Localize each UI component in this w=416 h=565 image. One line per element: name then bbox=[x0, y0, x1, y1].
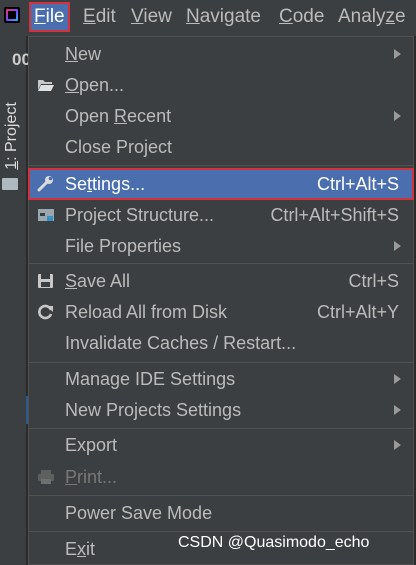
reload-icon bbox=[37, 304, 55, 320]
menu-item-open-recent[interactable]: Open Recent bbox=[29, 101, 413, 131]
submenu-arrow-icon bbox=[394, 241, 401, 251]
save-icon bbox=[37, 273, 55, 289]
menu-analyze[interactable]: Analyze bbox=[335, 4, 409, 30]
menu-separator bbox=[29, 428, 413, 429]
submenu-arrow-icon bbox=[394, 440, 401, 450]
shortcut-label: Ctrl+S bbox=[348, 271, 399, 291]
menu-item-print: Print... bbox=[29, 462, 413, 492]
project-tool-window-strip[interactable]: 1: Project bbox=[0, 83, 26, 211]
menu-item-reload-all[interactable]: Reload All from Disk Ctrl+Alt+Y bbox=[29, 297, 413, 327]
menu-item-new-projects-settings[interactable]: New Projects Settings bbox=[29, 395, 413, 425]
folder-icon bbox=[2, 178, 18, 190]
project-structure-icon bbox=[37, 207, 55, 223]
menu-separator bbox=[29, 362, 413, 363]
menu-item-new[interactable]: New bbox=[29, 39, 413, 69]
shortcut-label: Ctrl+Alt+Y bbox=[316, 302, 399, 322]
menu-item-power-save-mode[interactable]: Power Save Mode bbox=[29, 498, 413, 528]
menu-item-file-properties[interactable]: File Properties bbox=[29, 231, 413, 261]
menu-item-project-structure[interactable]: Project Structure... Ctrl+Alt+Shift+S bbox=[29, 200, 413, 230]
submenu-arrow-icon bbox=[394, 111, 401, 121]
menu-separator bbox=[29, 165, 413, 166]
menu-item-export[interactable]: Export bbox=[29, 430, 413, 460]
submenu-arrow-icon bbox=[394, 405, 401, 415]
menu-file[interactable]: File bbox=[29, 2, 70, 32]
menu-edit[interactable]: Edit bbox=[80, 4, 119, 30]
file-menu-dropdown: New Open... Open Recent Close Project Se… bbox=[28, 36, 414, 565]
folder-open-icon bbox=[37, 77, 55, 93]
menu-item-save-all[interactable]: Save All Ctrl+S bbox=[29, 266, 413, 296]
menu-separator bbox=[29, 495, 413, 496]
print-icon bbox=[37, 469, 55, 485]
wrench-icon bbox=[37, 176, 55, 192]
menu-navigate[interactable]: Navigate bbox=[183, 4, 264, 30]
menu-item-settings[interactable]: Settings... Ctrl+Alt+S bbox=[28, 168, 414, 200]
intellij-app-icon[interactable] bbox=[4, 7, 20, 23]
submenu-arrow-icon bbox=[394, 374, 401, 384]
project-tool-window-label[interactable]: 1: Project bbox=[3, 90, 25, 182]
menu-item-invalidate-caches[interactable]: Invalidate Caches / Restart... bbox=[29, 328, 413, 358]
csdn-watermark: CSDN @Quasimodo_echo bbox=[178, 534, 370, 551]
submenu-arrow-icon bbox=[394, 49, 401, 59]
menu-separator bbox=[29, 531, 413, 532]
menu-item-close-project[interactable]: Close Project bbox=[29, 132, 413, 162]
shortcut-label: Ctrl+Alt+S bbox=[316, 174, 399, 194]
menu-separator bbox=[29, 263, 413, 264]
menu-item-open[interactable]: Open... bbox=[29, 70, 413, 100]
menu-code[interactable]: Code bbox=[276, 4, 327, 30]
shortcut-label: Ctrl+Alt+Shift+S bbox=[270, 205, 399, 225]
menu-view[interactable]: View bbox=[128, 4, 175, 30]
menu-bar: File Edit View Navigate Code Analyze bbox=[0, 0, 416, 36]
menu-item-manage-ide-settings[interactable]: Manage IDE Settings bbox=[29, 364, 413, 394]
